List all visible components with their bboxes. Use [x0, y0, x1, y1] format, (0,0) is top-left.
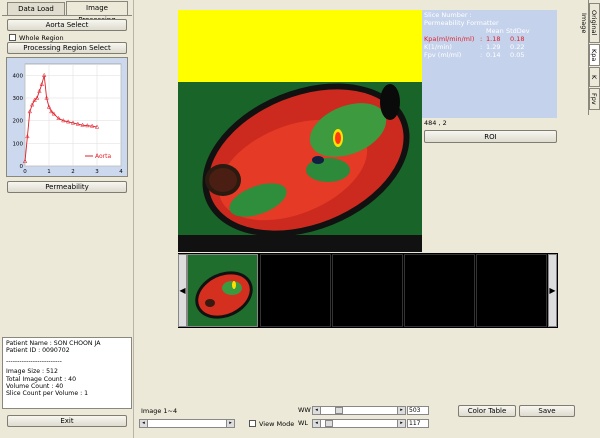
thumbnail-1[interactable] [187, 254, 258, 327]
y-tick-label: 100 [13, 141, 24, 147]
patient-name: Patient Name : SON CHOON JA [6, 340, 101, 347]
wl-slider[interactable]: ◂ ▸ [312, 419, 406, 428]
thumbnail-next-arrow[interactable]: ▶ [548, 254, 557, 327]
wl-value-field[interactable]: 117 [407, 419, 429, 428]
scroll-right-arrow[interactable]: ▸ [226, 420, 234, 427]
thumbnail-3[interactable] [332, 254, 403, 327]
legend-label: Aorta [95, 153, 111, 160]
chevron-left-icon: ◀ [179, 286, 186, 295]
volume-count: Volume Count : 40 [6, 383, 64, 391]
x-tick-label: 4 [119, 169, 123, 175]
aorta-select-button[interactable]: Aorta Select [7, 19, 127, 31]
fpv-stddev: 0.05 [510, 51, 525, 59]
slice-count: Slice Count per Volume : 1 [6, 390, 89, 398]
tab-data-load[interactable]: Data Load [7, 2, 65, 15]
y-tick-label: 400 [13, 73, 24, 79]
wl-left-arrow[interactable]: ◂ [313, 420, 321, 427]
x-tick-label: 1 [47, 169, 51, 175]
fpv-mean: 0.14 [486, 51, 501, 59]
tab-kpa[interactable]: Kpa [589, 44, 600, 66]
perfusion-map-image [178, 10, 422, 252]
x-tick-label: 3 [95, 169, 99, 175]
whole-region-label: Whole Region [19, 34, 64, 42]
tab-divider [2, 15, 132, 16]
exit-button[interactable]: Exit [7, 415, 127, 427]
tab-image-processing[interactable]: Image Processing [66, 1, 128, 24]
wl-slider-thumb[interactable] [325, 420, 333, 427]
thumbnail-2[interactable] [260, 254, 331, 327]
patient-id: Patient ID : 0090702 [6, 347, 70, 355]
ww-value-field[interactable]: 503 [407, 406, 429, 415]
patient-info-panel: Patient Name : SON CHOON JA Patient ID :… [2, 337, 132, 409]
view-mode-label: View Mode [259, 420, 295, 428]
thumbnail-4[interactable] [404, 254, 475, 327]
processing-region-select-button[interactable]: Processing Region Select [7, 42, 127, 54]
aorta-curve-svg: 0 1 2 3 4 0 100 200 300 400 Aorta [13, 63, 123, 175]
wl-label: WL [298, 419, 309, 427]
thumbnail-1-image [188, 255, 257, 326]
image-scrollbar[interactable]: ◂ ▸ [139, 419, 235, 428]
ww-label: WW [298, 406, 311, 414]
image-range-label: Image 1~4 [141, 407, 178, 415]
thumbnail-5[interactable] [476, 254, 547, 327]
tab-fpv[interactable]: Fpv [589, 88, 600, 110]
permeability-overlay: Slice Number : Permeability Formatter Me… [422, 10, 557, 118]
ww-left-arrow[interactable]: ◂ [313, 407, 321, 414]
main-image-viewer[interactable] [178, 10, 422, 252]
whole-region-checkbox[interactable] [9, 34, 16, 41]
aorta-curve-chart: 0 1 2 3 4 0 100 200 300 400 Aorta [6, 57, 128, 177]
x-tick-label: 2 [71, 169, 75, 175]
left-separator [133, 0, 134, 438]
pixel-coordinate-readout: 484 , 2 [424, 119, 447, 127]
tab-original-image[interactable]: Original Image [580, 3, 600, 43]
y-tick-label: 200 [13, 119, 24, 125]
roi-button[interactable]: ROI [424, 130, 557, 143]
chevron-right-icon: ▶ [549, 286, 556, 295]
view-mode-checkbox[interactable] [249, 420, 256, 427]
ww-right-arrow[interactable]: ▸ [397, 407, 405, 414]
fpv-label: Fpv (ml/ml) [424, 51, 462, 59]
x-tick-label: 0 [23, 169, 27, 175]
y-tick-label: 300 [13, 96, 24, 102]
save-button[interactable]: Save [519, 405, 575, 417]
ww-slider-thumb[interactable] [335, 407, 343, 414]
ww-slider[interactable]: ◂ ▸ [312, 406, 406, 415]
y-tick-label: 0 [20, 164, 24, 170]
permeability-button[interactable]: Permeability [7, 181, 127, 193]
scroll-left-arrow[interactable]: ◂ [140, 420, 148, 427]
wl-right-arrow[interactable]: ▸ [397, 420, 405, 427]
info-divider: ------------------------- [6, 357, 62, 365]
image-size: Image Size : 512 [6, 368, 58, 376]
tab-k[interactable]: K [589, 67, 600, 87]
thumbnail-prev-arrow[interactable]: ◀ [178, 254, 187, 327]
color-table-button[interactable]: Color Table [458, 405, 516, 417]
total-image-count: Total Image Count : 40 [6, 375, 77, 383]
fpv-colon: : [480, 51, 483, 59]
